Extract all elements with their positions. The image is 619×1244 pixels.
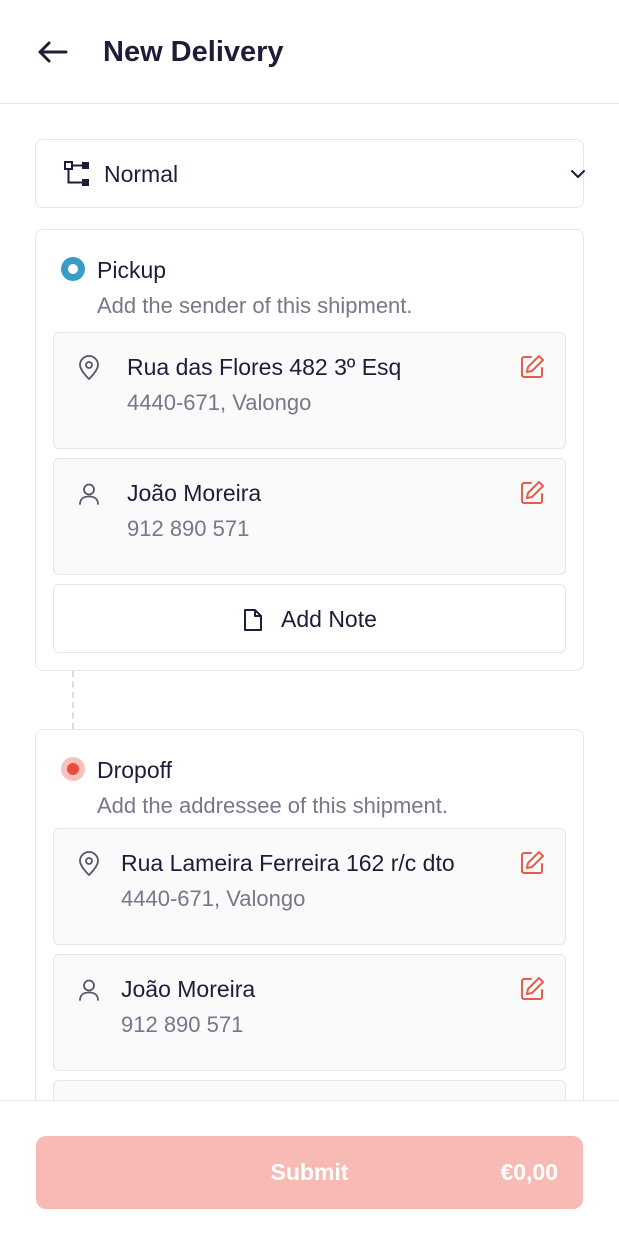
- dropoff-title: Dropoff: [97, 757, 173, 783]
- edit-icon[interactable]: [518, 353, 546, 381]
- submit-button[interactable]: Submit €0,00: [36, 1136, 583, 1209]
- delivery-type-value: Normal: [104, 161, 179, 187]
- dropoff-contact-phone: 912 890 571: [121, 1012, 244, 1037]
- add-note-label: Add Note: [281, 606, 377, 632]
- edit-icon[interactable]: [518, 849, 546, 877]
- arrow-left-icon: [38, 41, 68, 63]
- dropoff-address-line1: Rua Lameira Ferreira 162 r/c dto: [121, 850, 455, 876]
- pickup-address-row[interactable]: Rua das Flores 482 3º Esq 4440-671, Valo…: [53, 332, 566, 449]
- route-connector: [72, 671, 74, 729]
- dropoff-add-note-button[interactable]: [53, 1080, 566, 1100]
- delivery-type-select[interactable]: Normal: [35, 139, 585, 208]
- dropoff-address-line2: 4440-671, Valongo: [121, 886, 306, 911]
- location-pin-icon: [79, 355, 99, 380]
- chevron-down-icon: [571, 170, 585, 178]
- page-title: New Delivery: [103, 36, 284, 68]
- dropoff-card: Dropoff Add the addressee of this shipme…: [35, 729, 584, 1100]
- dropoff-address-row[interactable]: Rua Lameira Ferreira 162 r/c dto 4440-67…: [53, 828, 566, 945]
- document-icon: [244, 609, 262, 631]
- app-header: New Delivery: [0, 0, 619, 104]
- pickup-title: Pickup: [97, 257, 167, 283]
- dropoff-contact-name: João Moreira: [121, 976, 256, 1002]
- pickup-subtitle: Add the sender of this shipment.: [97, 293, 413, 318]
- edit-icon[interactable]: [518, 975, 546, 1003]
- pickup-card: Pickup Add the sender of this shipment. …: [35, 229, 584, 671]
- flow-tree-icon: [64, 161, 89, 186]
- user-icon: [79, 483, 99, 505]
- user-icon: [79, 979, 99, 1001]
- pickup-indicator: [61, 257, 85, 281]
- add-note-button[interactable]: Add Note: [53, 584, 566, 653]
- pickup-contact-phone: 912 890 571: [127, 516, 250, 541]
- edit-icon[interactable]: [518, 479, 546, 507]
- pickup-address-line2: 4440-671, Valongo: [127, 390, 312, 415]
- pickup-address-line1: Rua das Flores 482 3º Esq: [127, 354, 402, 380]
- pickup-contact-row[interactable]: João Moreira 912 890 571: [53, 458, 566, 575]
- pickup-contact-name: João Moreira: [127, 480, 262, 506]
- delivery-form: Normal Pickup Add the sender of this shi…: [0, 104, 619, 1100]
- dropoff-subtitle: Add the addressee of this shipment.: [97, 793, 448, 818]
- dropoff-indicator: [61, 757, 85, 781]
- footer-bar: Submit €0,00: [0, 1100, 619, 1244]
- back-button[interactable]: [34, 32, 70, 72]
- total-price: €0,00: [500, 1159, 558, 1185]
- location-pin-icon: [79, 851, 99, 876]
- dropoff-contact-row[interactable]: João Moreira 912 890 571: [53, 954, 566, 1071]
